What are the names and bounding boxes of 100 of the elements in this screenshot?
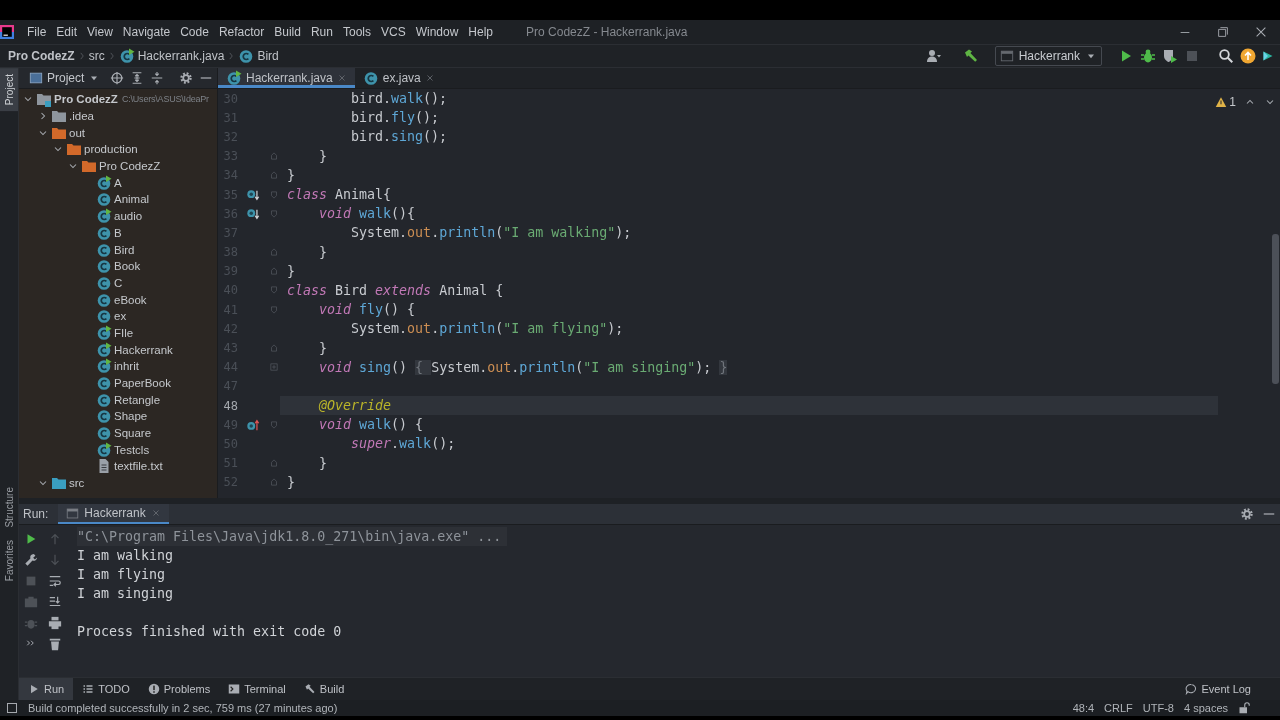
tool-window-tab[interactable]: Build <box>294 678 354 700</box>
panel-toggle-icon[interactable] <box>6 702 18 714</box>
app-logo-icon <box>0 25 14 39</box>
tree-item[interactable]: textfile.txt <box>19 458 217 475</box>
tree-item[interactable]: src <box>19 474 217 492</box>
tool-window-tab[interactable]: Problems <box>138 678 220 700</box>
tree-item[interactable]: Pro CodezZ <box>19 157 217 175</box>
settings-icon[interactable] <box>1240 507 1254 521</box>
tree-item[interactable]: FIle <box>19 324 217 342</box>
menu-item[interactable]: File <box>22 25 52 39</box>
fold-marker-icon[interactable] <box>269 303 279 316</box>
hammer-icon[interactable] <box>962 48 979 64</box>
tree-item[interactable]: Animal <box>19 191 217 208</box>
runnable-class-icon <box>96 174 112 191</box>
tree-item[interactable]: ex <box>19 307 217 325</box>
console-tab[interactable]: Hackerrank <box>58 504 169 524</box>
trash-icon[interactable] <box>48 637 62 651</box>
fold-marker-icon[interactable] <box>269 418 279 431</box>
search-icon[interactable] <box>1218 48 1234 64</box>
tree-item[interactable]: Bird <box>19 241 217 258</box>
tree-item[interactable]: Hackerrank <box>19 341 217 358</box>
folder-icon <box>51 475 67 492</box>
menu-item[interactable]: Build <box>269 25 306 39</box>
tree-item[interactable]: Book <box>19 257 217 275</box>
tool-window-tab[interactable]: Run <box>19 678 74 700</box>
editor-tab[interactable]: ex.java <box>354 68 443 88</box>
tool-window-tab[interactable]: Structure <box>0 481 18 534</box>
code-line: class Bird extends Animal { <box>286 281 505 300</box>
tree-item[interactable]: Retangle <box>19 391 217 409</box>
runnable-class-icon <box>96 341 112 358</box>
menu-item[interactable]: VCS <box>375 25 411 39</box>
breadcrumb[interactable]: src <box>86 49 107 63</box>
tree-item[interactable]: .idea <box>19 107 217 125</box>
status-message: Build completed successfully in 2 sec, 759 ms (27 minutes ago) <box>28 702 339 714</box>
menu-item[interactable]: Tools <box>337 25 376 39</box>
cursor-position[interactable]: 48:4 <box>1072 702 1095 714</box>
console-output: I am flying <box>77 566 167 584</box>
file-encoding[interactable]: UTF-8 <box>1142 702 1174 714</box>
tree-item[interactable]: inhrit <box>19 358 217 375</box>
hammer-icon <box>303 683 316 695</box>
tree-item[interactable]: C <box>19 274 217 292</box>
tree-item[interactable]: PaperBook <box>19 374 217 392</box>
tool-window-tab[interactable]: Project <box>0 68 18 112</box>
collapse-all-icon[interactable] <box>150 71 165 85</box>
java-file-icon <box>226 70 242 86</box>
scrollbar[interactable] <box>1272 234 1279 384</box>
run-configuration-dropdown[interactable]: Hackerrank <box>994 46 1102 66</box>
class-icon <box>96 425 112 442</box>
menu-item[interactable]: Run <box>305 25 338 39</box>
wrench-icon[interactable] <box>24 553 38 567</box>
fold-marker-icon[interactable] <box>269 188 279 201</box>
tool-window-tab[interactable]: Terminal <box>219 678 295 700</box>
scroll-to-end-icon[interactable] <box>48 595 62 609</box>
soft-wrap-icon[interactable] <box>48 574 62 588</box>
update-icon[interactable] <box>1240 48 1256 64</box>
coverage-icon[interactable] <box>1162 48 1178 64</box>
tree-item[interactable]: Pro CodezZ C:\Users\ASUS\IdeaPr <box>19 91 217 108</box>
overridden-method-icon[interactable] <box>246 206 260 221</box>
indent-setting[interactable]: 4 spaces <box>1183 702 1228 714</box>
lock-icon[interactable] <box>1238 702 1250 714</box>
tool-window-tab[interactable]: Favorites <box>0 533 18 587</box>
restore-icon[interactable] <box>1216 25 1230 39</box>
window-icon <box>999 49 1014 63</box>
tree-item[interactable]: eBook <box>19 291 217 308</box>
tree-item[interactable]: Square <box>19 424 217 442</box>
editor-tab[interactable]: Hackerrank.java <box>218 68 355 88</box>
list-icon <box>82 683 95 695</box>
menu-item[interactable]: Refactor <box>213 25 270 39</box>
menu-item[interactable]: Code <box>175 25 214 39</box>
overridden-method-icon[interactable] <box>246 187 260 202</box>
tree-item[interactable]: Testcls <box>19 441 217 459</box>
console-output: I am walking <box>77 547 175 565</box>
overriding-method-icon[interactable] <box>246 417 260 432</box>
stop-icon[interactable] <box>1184 48 1200 64</box>
print-icon[interactable] <box>48 616 62 630</box>
breadcrumb[interactable]: Bird <box>236 48 281 64</box>
menu-item[interactable]: View <box>82 25 118 39</box>
close-icon[interactable] <box>1254 25 1268 39</box>
tree-item[interactable]: Shape <box>19 408 217 425</box>
class-icon <box>96 224 112 241</box>
locate-icon[interactable] <box>110 71 125 85</box>
menu-item[interactable]: Navigate <box>117 25 176 39</box>
tree-item[interactable]: production <box>19 141 217 158</box>
menu-item[interactable]: Edit <box>51 25 83 39</box>
tree-item[interactable]: B <box>19 224 217 242</box>
line-separator[interactable]: CRLF <box>1104 702 1133 714</box>
tree-item[interactable]: audio <box>19 207 217 225</box>
tree-item[interactable]: out <box>19 124 217 142</box>
bug-icon[interactable] <box>1140 48 1156 64</box>
event-log-tab[interactable]: Event Log <box>1176 678 1260 700</box>
menu-item[interactable]: Window <box>410 25 464 39</box>
breadcrumb[interactable]: Hackerrank.java <box>116 48 227 64</box>
settings-icon[interactable] <box>179 71 193 85</box>
tool-window-tab[interactable]: TODO <box>73 678 139 700</box>
breadcrumb[interactable]: Pro CodezZ <box>0 49 77 63</box>
more-icon[interactable] <box>25 637 37 649</box>
warning-count[interactable]: 1 <box>1215 95 1236 109</box>
menu-item[interactable]: Help <box>463 25 499 39</box>
fold-marker-icon[interactable] <box>269 207 279 220</box>
tree-item[interactable]: A <box>19 174 217 192</box>
